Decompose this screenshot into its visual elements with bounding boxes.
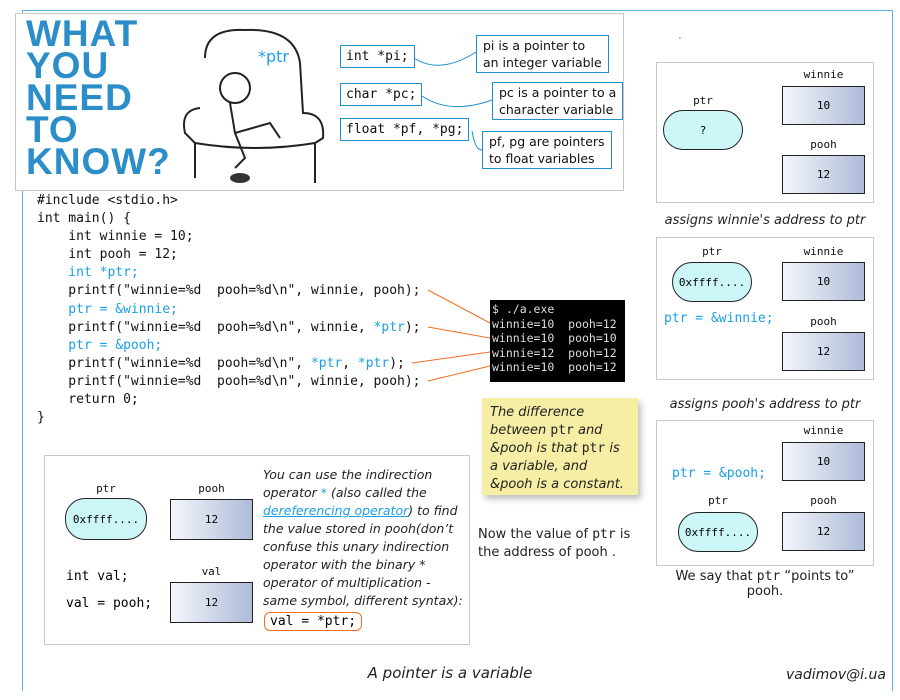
caption-points-to: We say that ptr “points to” pooh. — [656, 569, 874, 599]
winnie-box: 10 — [782, 86, 865, 125]
pooh-box: 12 — [782, 332, 865, 371]
terminal-line: winnie=10 pooh=10 — [492, 331, 617, 345]
code-line: return 0; — [37, 391, 421, 409]
winnie-box: 10 — [782, 442, 865, 481]
text: We say that — [675, 569, 757, 584]
code-text: printf("winnie=%d pooh=%d\n", — [37, 355, 311, 371]
terminal-line: $ ./a.exe — [492, 302, 555, 316]
code-line: #include <stdio.h> — [37, 192, 421, 210]
code-highlight: *ptr — [357, 355, 390, 371]
val-box: 12 — [170, 582, 253, 623]
ptr-oval: 0xffff.... — [65, 498, 147, 540]
code-text: #include <stdio.h> — [37, 193, 178, 208]
val-label: val — [201, 565, 222, 578]
connector-pc — [421, 95, 493, 108]
code-line: printf("winnie=%d pooh=%d\n", winnie, *p… — [37, 319, 421, 337]
code: ptr — [756, 569, 781, 584]
pooh-box: 12 — [170, 499, 253, 540]
val-deref-code: val = *ptr; — [264, 612, 363, 631]
winnie-label: winnie — [803, 424, 844, 437]
pooh-box: 12 — [782, 155, 865, 194]
output-link-3 — [411, 351, 491, 364]
ptr-label: ptr — [708, 494, 728, 507]
note-code: ptr — [550, 423, 574, 438]
code-text: , — [342, 355, 358, 371]
ptr-label: ptr — [96, 482, 116, 495]
ptr-oval: 0xffff.... — [672, 262, 752, 302]
pooh-label: pooh — [810, 138, 837, 151]
code-line: printf("winnie=%d pooh=%d\n", winnie, po… — [37, 373, 421, 391]
code-listing: #include <stdio.h> int main() { int winni… — [37, 192, 421, 427]
footer-title: A pointer is a variable — [367, 664, 533, 682]
val-declaration: int val; — [66, 569, 129, 584]
winnie-label: winnie — [803, 245, 844, 258]
terminal-output: $ ./a.exe winnie=10 pooh=12 winnie=10 pooh… — [490, 300, 625, 382]
text: ) to find the value stored in pooh(don’t… — [263, 503, 463, 608]
winnie-label: winnie — [803, 68, 844, 81]
ptr-label: ptr — [702, 245, 722, 258]
code-text: } — [37, 410, 45, 426]
connector-pi — [413, 51, 477, 66]
code-line: printf("winnie=%d pooh=%d\n", winnie, po… — [37, 282, 421, 300]
winnie-box: 10 — [782, 262, 865, 301]
code-highlight: *ptr — [373, 319, 405, 335]
code-highlight: *ptr — [310, 355, 343, 371]
caption-assign-winnie: assigns winnie's address to ptr — [664, 213, 866, 228]
output-link-2 — [427, 326, 491, 339]
code-line: int pooh = 12; — [37, 246, 421, 264]
text: (also called the — [326, 485, 427, 500]
code-text: int winnie = 10; — [37, 229, 194, 245]
code-text: printf("winnie=%d pooh=%d\n", winnie, po… — [37, 283, 421, 299]
code-line: int winnie = 10; — [37, 228, 421, 246]
code-text: printf("winnie=%d pooh=%d\n", winnie, — [37, 319, 374, 335]
terminal-line: winnie=10 pooh=12 — [492, 316, 617, 331]
code-line: int main() { — [37, 210, 421, 228]
note-code: ptr — [581, 441, 606, 456]
val-assignment: val = pooh; — [66, 596, 153, 611]
indirection-explanation: You can use the indirection operator * (… — [263, 466, 463, 610]
connector-pf — [471, 130, 483, 151]
terminal-line: winnie=10 pooh=12 — [492, 360, 617, 374]
pooh-label: pooh — [810, 494, 837, 507]
code-text: ); — [389, 355, 405, 371]
dereferencing-operator-link[interactable]: dereferencing operator — [263, 503, 408, 518]
code-line: } — [37, 409, 421, 427]
output-link-1 — [427, 289, 491, 324]
code-text: ); — [404, 319, 421, 335]
text: Now the value of — [478, 527, 593, 542]
code-text: int pooh = 12; — [37, 247, 178, 263]
code-text: printf("winnie=%d pooh=%d\n", winnie, po… — [37, 373, 421, 389]
author-email: vadimov@i.ua — [786, 667, 886, 683]
ptr-oval: 0xffff.... — [678, 512, 758, 552]
pooh-label: pooh — [810, 315, 837, 328]
now-value-text: Now the value of ptr is the address of p… — [478, 526, 648, 562]
output-link-4 — [427, 365, 491, 382]
pooh-box: 12 — [782, 512, 865, 551]
code-line: int *ptr; — [37, 264, 421, 282]
code-highlight: ptr = &winnie; — [37, 301, 178, 317]
terminal-line: winnie=12 pooh=12 — [492, 345, 617, 360]
assign-statement: ptr = &pooh; — [672, 466, 766, 481]
ptr-label: ptr — [693, 94, 713, 107]
code-text: int main() { — [37, 211, 131, 227]
code-text: return 0; — [37, 392, 139, 408]
code-line: ptr = &winnie; — [37, 301, 421, 319]
ptr-oval: ? — [663, 110, 743, 150]
sticky-note: The difference between ptr and &pooh is … — [482, 398, 638, 495]
code-line: printf("winnie=%d pooh=%d\n", *ptr, *ptr… — [37, 355, 421, 373]
code-highlight: int *ptr; — [37, 265, 139, 281]
pooh-label: pooh — [198, 482, 225, 495]
code-highlight: ptr = &pooh; — [37, 337, 163, 353]
code-line: ptr = &pooh; — [37, 337, 421, 355]
code: ptr — [592, 527, 616, 542]
assign-statement: ptr = &winnie; — [664, 311, 774, 326]
caption-assign-pooh: assigns pooh's address to ptr — [669, 397, 861, 412]
